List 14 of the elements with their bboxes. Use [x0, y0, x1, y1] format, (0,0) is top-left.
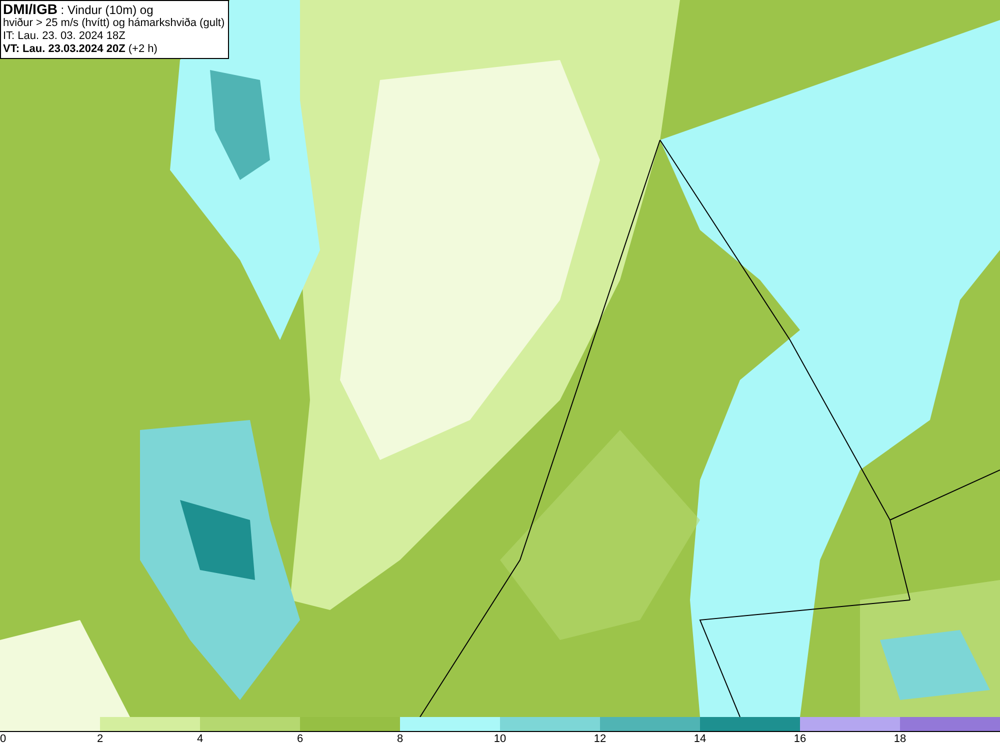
scale-label: 14 [694, 733, 706, 746]
scale-label: 12 [594, 733, 606, 746]
scale-label: 18 [894, 733, 906, 746]
scale-label: 16 [794, 733, 806, 746]
scale-label: 2 [96, 733, 104, 746]
title-text: IT: Lau. 23. 03. 2024 18Z [3, 30, 126, 43]
scale-label: 4 [196, 733, 204, 746]
scale-label: 6 [296, 733, 304, 746]
scale-label: 8 [396, 733, 404, 746]
scale-label: 0 [0, 733, 6, 746]
title-text: DMI/IGB : Vindur (10m) og [3, 2, 154, 17]
title-text: VT: Lau. 23.03.2024 20Z (+2 h) [3, 43, 158, 56]
title-text: hviður > 25 m/s (hvítt) og hámarkshviða (gult) [3, 17, 225, 30]
scale-label: 10 [494, 733, 506, 746]
